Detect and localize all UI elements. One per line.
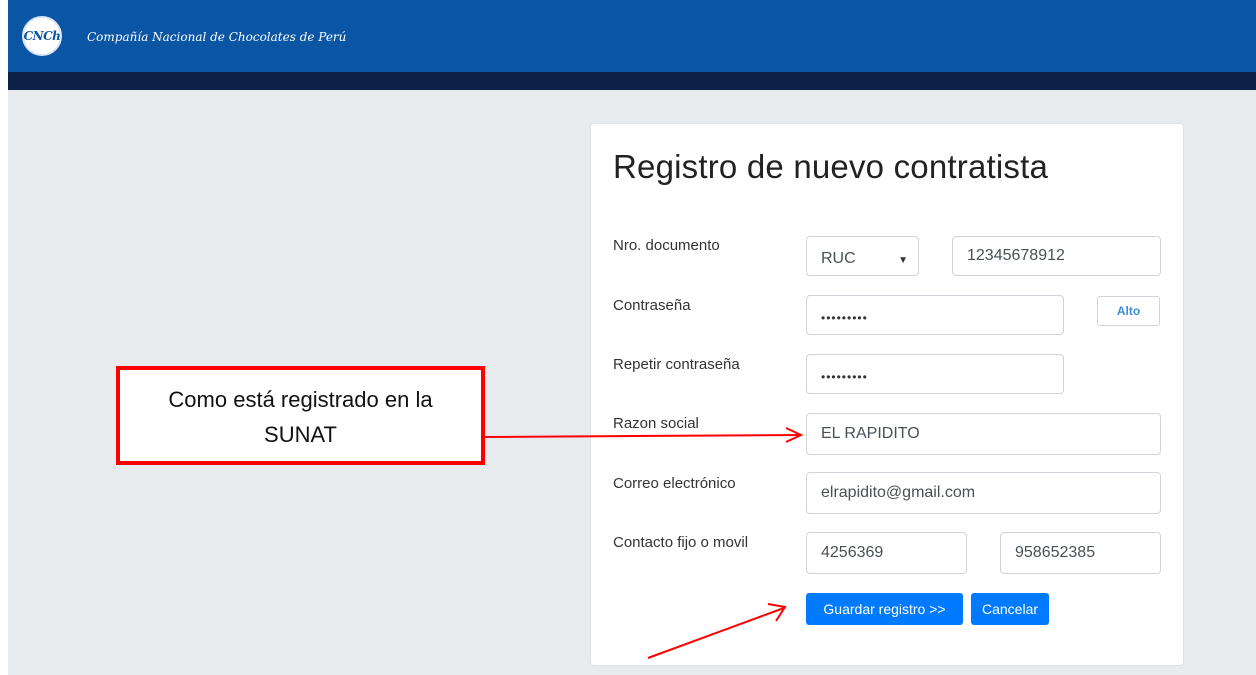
arrow-to-razon-social: [484, 427, 804, 443]
annotation-arrows: [484, 427, 804, 659]
arrow-to-save-button: [647, 603, 787, 659]
